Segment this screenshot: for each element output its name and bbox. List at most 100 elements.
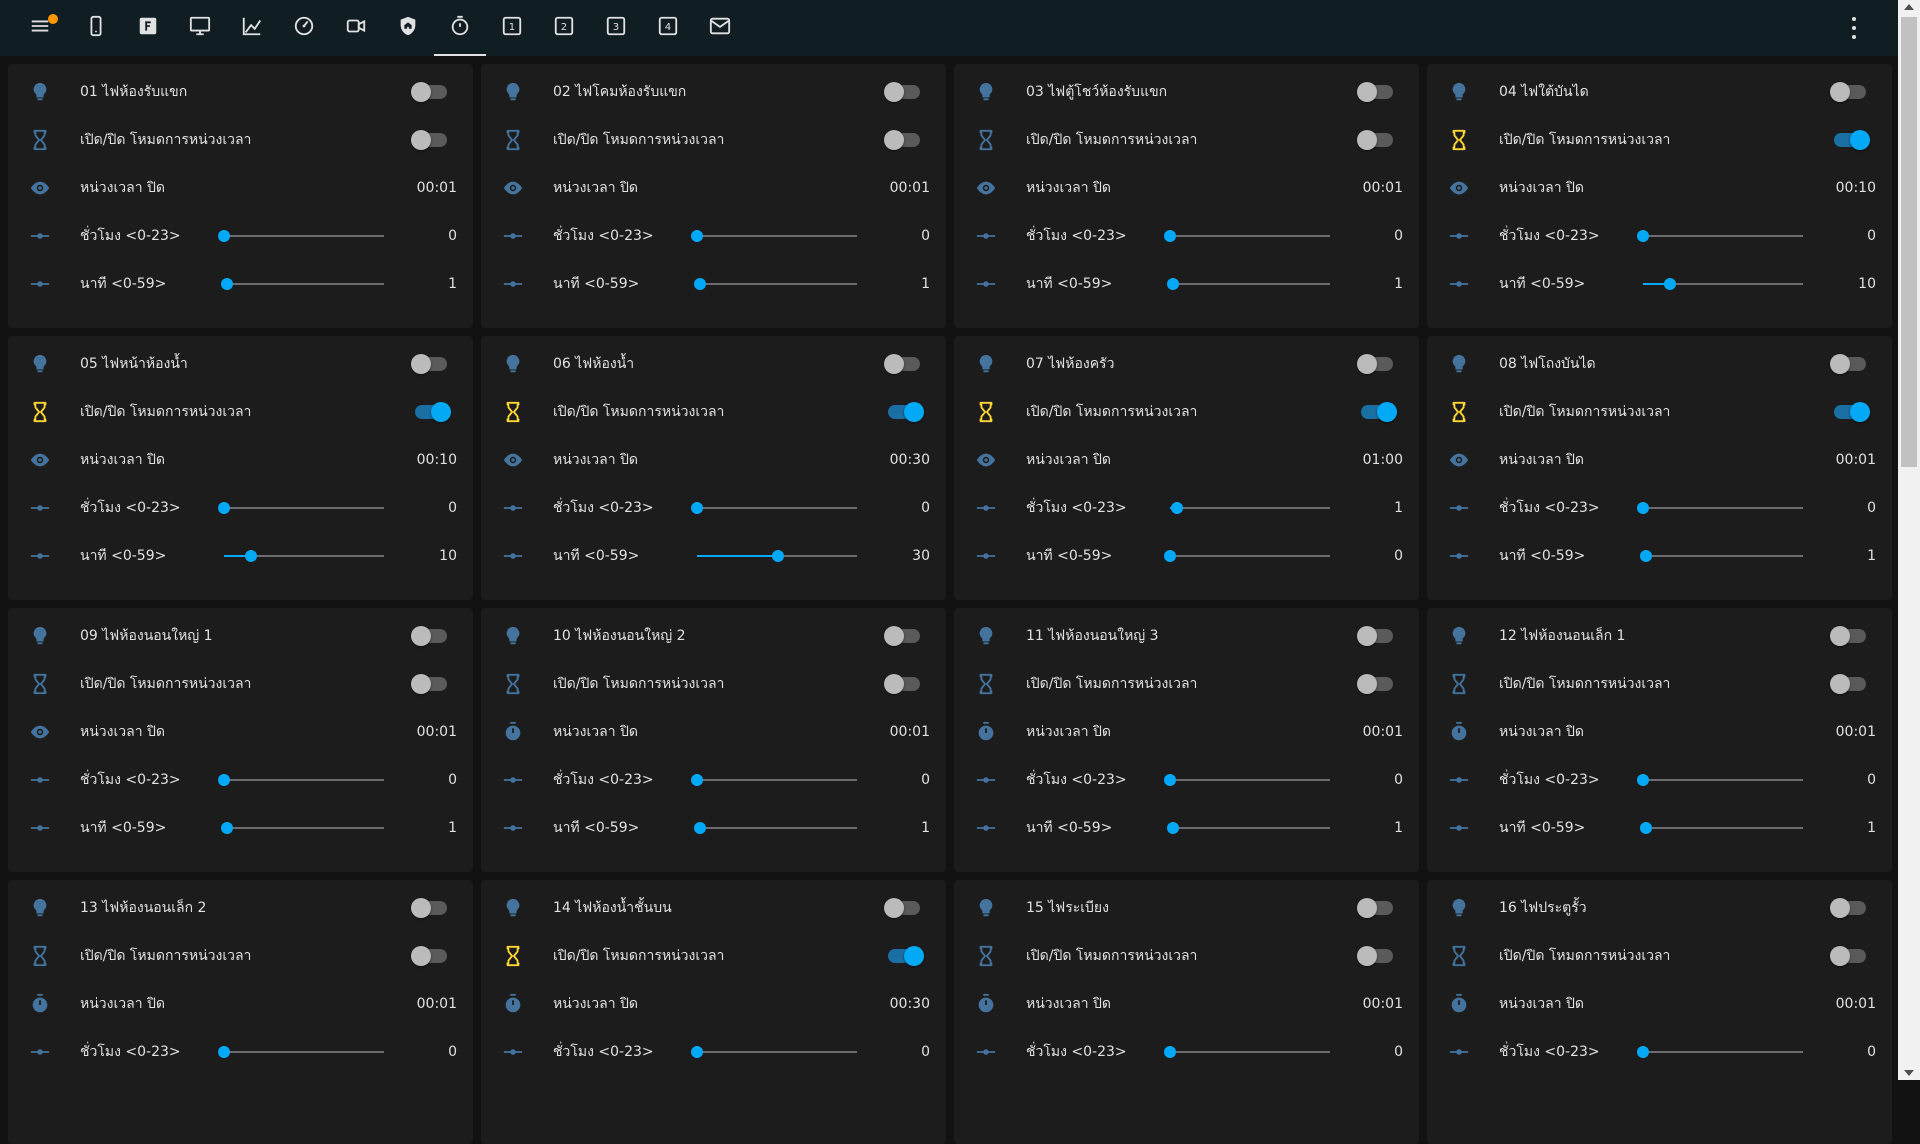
slider-knob[interactable] [1164,550,1176,562]
light-row[interactable]: 05 ไฟหน้าห้องน้ำ [8,340,473,388]
light-toggle[interactable] [1357,896,1397,920]
timer-mode-toggle[interactable] [411,400,451,424]
hours-slider[interactable] [1164,768,1330,792]
light-toggle[interactable] [884,896,924,920]
hours-slider[interactable] [691,496,857,520]
hours-slider[interactable] [691,1040,857,1064]
tab-video-camera[interactable] [330,0,382,56]
timer-mode-toggle[interactable] [1830,128,1870,152]
timer-mode-toggle[interactable] [884,672,924,696]
light-toggle[interactable] [1357,352,1397,376]
timer-mode-row[interactable]: เปิด/ปิด โหมดการหน่วงเวลา [8,116,473,164]
hours-slider[interactable] [1637,1040,1803,1064]
timer-mode-row[interactable]: เปิด/ปิด โหมดการหน่วงเวลา [1427,660,1892,708]
tab-numeric-1-box[interactable]: 1 [486,0,538,56]
minutes-slider[interactable] [1639,816,1803,840]
light-row[interactable]: 04 ไฟใต้บันได [1427,68,1892,116]
light-row[interactable]: 14 ไฟห้องน้ำชั้นบน [481,884,946,932]
timer-mode-row[interactable]: เปิด/ปิด โหมดการหน่วงเวลา [1427,388,1892,436]
timer-mode-toggle[interactable] [884,944,924,968]
light-row[interactable]: 11 ไฟห้องนอนใหญ่ 3 [954,612,1419,660]
light-toggle[interactable] [411,80,451,104]
light-row[interactable]: 12 ไฟห้องนอนเล็ก 1 [1427,612,1892,660]
hours-slider[interactable] [1637,496,1803,520]
minutes-slider[interactable] [220,272,384,296]
timer-mode-toggle[interactable] [1830,400,1870,424]
light-toggle[interactable] [411,624,451,648]
slider-knob[interactable] [772,550,785,562]
slider-knob[interactable] [693,822,706,834]
timer-mode-row[interactable]: เปิด/ปิด โหมดการหน่วงเวลา [8,660,473,708]
timer-mode-row[interactable]: เปิด/ปิด โหมดการหน่วงเวลา [954,932,1419,980]
tab-numeric-3-box[interactable]: 3 [590,0,642,56]
timer-mode-row[interactable]: เปิด/ปิด โหมดการหน่วงเวลา [1427,932,1892,980]
minutes-slider[interactable] [693,816,857,840]
light-row[interactable]: 15 ไฟระเบียง [954,884,1419,932]
hours-slider[interactable] [1164,224,1330,248]
timer-mode-row[interactable]: เปิด/ปิด โหมดการหน่วงเวลา [8,388,473,436]
slider-knob[interactable] [1664,278,1677,290]
timer-mode-toggle[interactable] [1357,672,1397,696]
minutes-slider[interactable] [220,816,384,840]
light-toggle[interactable] [1357,624,1397,648]
slider-knob[interactable] [1637,1046,1649,1058]
light-row[interactable]: 02 ไฟโคมห้องรับแขก [481,68,946,116]
slider-knob[interactable] [1164,1046,1176,1058]
tab-monitor[interactable] [174,0,226,56]
slider-knob[interactable] [691,774,703,786]
hours-slider[interactable] [691,768,857,792]
minutes-slider[interactable] [1164,544,1330,568]
minutes-slider[interactable] [1166,816,1330,840]
light-row[interactable]: 16 ไฟประตูรั้ว [1427,884,1892,932]
slider-knob[interactable] [1639,822,1652,834]
light-row[interactable]: 10 ไฟห้องนอนใหญ่ 2 [481,612,946,660]
hours-slider[interactable] [691,224,857,248]
timer-mode-row[interactable]: เปิด/ปิด โหมดการหน่วงเวลา [954,388,1419,436]
timer-mode-row[interactable]: เปิด/ปิด โหมดการหน่วงเวลา [481,660,946,708]
light-toggle[interactable] [884,80,924,104]
tab-alpha-f-box[interactable] [122,0,174,56]
slider-knob[interactable] [1166,822,1179,834]
hours-slider[interactable] [1637,224,1803,248]
hours-slider[interactable] [218,496,384,520]
light-toggle[interactable] [1830,896,1870,920]
slider-knob[interactable] [1166,278,1179,290]
minutes-slider[interactable] [697,544,857,568]
dots-vertical-icon[interactable] [1850,17,1858,39]
scrollbar-thumb[interactable] [1901,17,1917,467]
timer-mode-row[interactable]: เปิด/ปิด โหมดการหน่วงเวลา [8,932,473,980]
timer-mode-row[interactable]: เปิด/ปิด โหมดการหน่วงเวลา [954,660,1419,708]
light-toggle[interactable] [1830,80,1870,104]
timer-mode-row[interactable]: เปิด/ปิด โหมดการหน่วงเวลา [1427,116,1892,164]
tab-shield-home[interactable] [382,0,434,56]
timer-mode-toggle[interactable] [1357,944,1397,968]
timer-mode-toggle[interactable] [884,128,924,152]
slider-knob[interactable] [693,278,706,290]
timer-mode-toggle[interactable] [1830,672,1870,696]
tab-email[interactable] [694,0,746,56]
slider-knob[interactable] [218,774,230,786]
scroll-up-arrow[interactable] [1904,4,1914,10]
timer-mode-toggle[interactable] [1830,944,1870,968]
light-toggle[interactable] [884,352,924,376]
hours-slider[interactable] [1164,1040,1330,1064]
tab-numeric-4-box[interactable]: 4 [642,0,694,56]
hours-slider[interactable] [218,224,384,248]
light-toggle[interactable] [411,352,451,376]
scrollbar[interactable] [1898,0,1920,1080]
minutes-slider[interactable] [224,544,384,568]
light-row[interactable]: 01 ไฟห้องรับแขก [8,68,473,116]
minutes-slider[interactable] [1639,544,1803,568]
minutes-slider[interactable] [1166,272,1330,296]
slider-knob[interactable] [220,278,233,290]
tab-timer[interactable] [434,0,486,56]
menu-button[interactable] [20,0,60,56]
minutes-slider[interactable] [1643,272,1803,296]
hours-slider[interactable] [218,1040,384,1064]
timer-mode-row[interactable]: เปิด/ปิด โหมดการหน่วงเวลา [481,116,946,164]
slider-knob[interactable] [218,230,230,242]
slider-knob[interactable] [691,230,703,242]
slider-knob[interactable] [1637,774,1649,786]
timer-mode-row[interactable]: เปิด/ปิด โหมดการหน่วงเวลา [481,932,946,980]
slider-knob[interactable] [245,550,258,562]
